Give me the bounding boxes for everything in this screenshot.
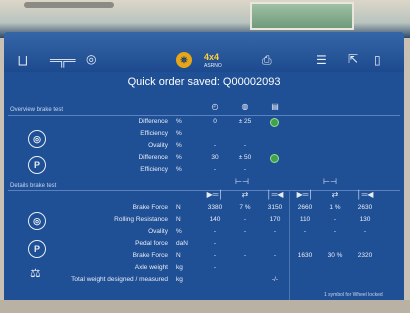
toolbar: ⨆ ═╦═ ◎ ⛯ 4x4 ASRNO ⎙ ☰ ⇱ ▯ — [4, 32, 404, 72]
row-label: Efficiency — [140, 130, 168, 137]
cell: 130 — [359, 216, 371, 223]
row-label: Rolling Resistance — [114, 216, 168, 223]
row-unit: N — [176, 216, 181, 223]
column-separator — [289, 190, 290, 302]
cell: - — [273, 252, 277, 259]
cell: - — [243, 216, 247, 223]
row-label: Ovality — [148, 228, 168, 235]
cell: - — [243, 252, 247, 259]
cell: 2320 — [357, 252, 373, 259]
row-unit: N — [176, 204, 181, 211]
row-value-b: - — [243, 166, 247, 173]
gauge-icon: ◍ — [241, 102, 249, 111]
cell: - — [363, 228, 367, 235]
drive-badge-sub: ASRNO — [204, 63, 222, 69]
details-title: Details brake test — [10, 183, 57, 189]
parking-brake-icon: P — [28, 156, 46, 174]
monitor-bezel — [0, 300, 410, 313]
row-unit: % — [176, 118, 182, 125]
parking-brake-icon: P — [28, 240, 46, 258]
row-value-b: - — [243, 142, 247, 149]
row-label: Brake Force — [132, 204, 168, 211]
window-background — [250, 2, 354, 30]
cell: - — [333, 216, 337, 223]
document-icon: ▤ — [271, 102, 279, 111]
status-message: Quick order saved: Q00002093 — [127, 76, 281, 88]
row-label: Total weight designed / measured — [71, 276, 168, 283]
cell: 2630 — [357, 204, 373, 211]
service-brake-icon: ◎ — [28, 130, 46, 148]
row-label: Axle weight — [134, 264, 168, 271]
printer-icon[interactable]: ⎙ — [262, 54, 272, 66]
ok-indicator — [270, 118, 279, 127]
row-unit: % — [176, 228, 182, 235]
export-icon[interactable]: ⇱ — [348, 53, 358, 65]
cell: - — [213, 252, 217, 259]
row-value-a: - — [213, 166, 217, 173]
cell: 30 % — [327, 252, 343, 259]
row-label: Brake Force — [132, 252, 168, 259]
left-wheel-icon: ▶═│ — [296, 190, 314, 199]
right-wheel-icon: │═◀ — [356, 190, 374, 199]
row-value-b: ± 50 — [238, 154, 252, 161]
row-unit: % — [176, 130, 182, 137]
divider — [8, 115, 400, 116]
right-wheel-icon: │═◀ — [266, 190, 284, 199]
cell: - — [243, 228, 247, 235]
row-label: Difference — [138, 154, 168, 161]
service-brake-icon: ◎ — [28, 212, 46, 230]
row-value-a: 30 — [211, 154, 219, 161]
row-unit: daN — [176, 240, 188, 247]
stopwatch-icon: ◴ — [211, 102, 219, 111]
roller-icon[interactable]: ◎ — [86, 53, 96, 65]
cell: - — [333, 228, 337, 235]
row-label: Efficiency — [140, 166, 168, 173]
rear-axle-icon: ⊢⊣ — [323, 177, 337, 186]
cell: - — [213, 228, 217, 235]
cell: - — [213, 240, 217, 247]
row-value-a: 0 — [213, 118, 217, 125]
cell: 140 — [209, 216, 221, 223]
brake-test-icon[interactable]: ⛯ — [176, 52, 192, 68]
row-unit: % — [176, 166, 182, 173]
cell: 2660 — [297, 204, 313, 211]
row-label: Pedal force — [135, 240, 168, 247]
row-unit: kg — [176, 264, 183, 271]
front-axle-icon: ⊢⊣ — [235, 177, 249, 186]
row-unit: N — [176, 252, 181, 259]
monitor-screen: ⨆ ═╦═ ◎ ⛯ 4x4 ASRNO ⎙ ☰ ⇱ ▯ Quick order … — [4, 32, 404, 304]
row-unit: % — [176, 154, 182, 161]
list-icon[interactable]: ☰ — [316, 54, 327, 66]
cable — [24, 2, 114, 8]
difference-icon: ⇄ — [331, 190, 339, 199]
row-unit: kg — [176, 276, 183, 283]
cell: 7 % — [239, 204, 251, 211]
cell: 1 % — [329, 204, 341, 211]
lift-icon[interactable]: ⨆ — [18, 54, 28, 66]
ok-indicator — [270, 154, 279, 163]
cell: 110 — [299, 216, 311, 223]
row-unit: % — [176, 142, 182, 149]
row-label: Ovality — [148, 142, 168, 149]
cell: 3150 — [267, 204, 283, 211]
cell: 3380 — [207, 204, 223, 211]
cell: 1630 — [297, 252, 313, 259]
axle-icon[interactable]: ═╦═ — [50, 54, 76, 66]
row-label: Difference — [138, 118, 168, 125]
cell: -/- — [271, 276, 279, 283]
overview-title: Overview brake test — [10, 107, 64, 113]
row-value-b: ± 25 — [238, 118, 252, 125]
cell: - — [273, 228, 277, 235]
footnote: 1 symbol for Wheel locked — [324, 292, 383, 298]
cell: 170 — [269, 216, 281, 223]
cell: - — [213, 264, 217, 271]
drive-badge[interactable]: 4x4 — [204, 52, 219, 62]
cell: - — [303, 228, 307, 235]
left-wheel-icon: ▶═│ — [206, 190, 224, 199]
battery-icon: ▯ — [374, 53, 381, 67]
row-value-a: - — [213, 142, 217, 149]
difference-icon: ⇄ — [241, 190, 249, 199]
